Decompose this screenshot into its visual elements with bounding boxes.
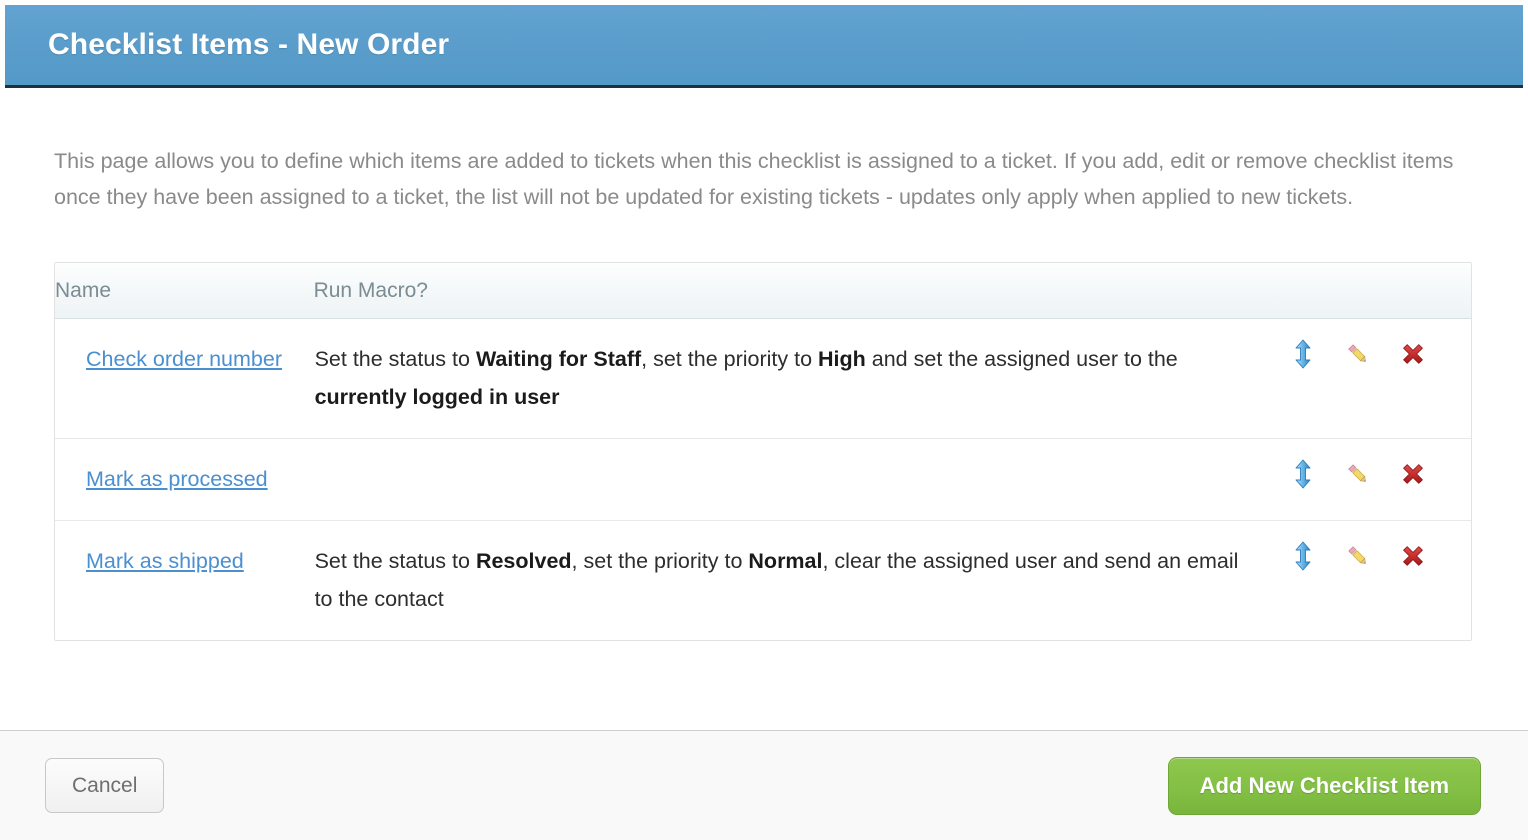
page-header: Checklist Items - New Order xyxy=(5,5,1523,88)
column-header-name: Name xyxy=(55,263,314,319)
cancel-button[interactable]: Cancel xyxy=(45,758,165,813)
table-head: Name Run Macro? xyxy=(55,263,1471,319)
checklist-items-table: Name Run Macro? Check order number Set th… xyxy=(55,263,1471,640)
edit-icon[interactable] xyxy=(1345,542,1371,570)
edit-icon[interactable] xyxy=(1345,340,1371,368)
add-new-checklist-item-button[interactable]: Add New Checklist Item xyxy=(1167,756,1481,815)
cell-actions xyxy=(1273,319,1471,439)
table-body: Check order number Set the status to Wait… xyxy=(55,319,1471,640)
row-action-group xyxy=(1274,541,1470,571)
cell-name: Mark as shipped xyxy=(55,520,314,640)
cell-run-macro: Set the status to Resolved, set the prio… xyxy=(313,520,1273,640)
reorder-icon[interactable] xyxy=(1290,459,1316,489)
cell-actions xyxy=(1272,520,1471,640)
checklist-item-link[interactable]: Check order number xyxy=(86,347,282,371)
cell-name: Check order number xyxy=(55,319,314,439)
checklist-items-table-container: Name Run Macro? Check order number Set th… xyxy=(54,262,1472,641)
checklist-items-page: Checklist Items - New Order This page al… xyxy=(0,0,1528,840)
column-header-actions xyxy=(1272,263,1471,319)
cell-name: Mark as processed xyxy=(55,438,314,521)
table-header-row: Name Run Macro? xyxy=(55,263,1471,319)
cell-run-macro: Set the status to Waiting for Staff, set… xyxy=(314,347,1178,409)
row-action-group xyxy=(1274,339,1470,369)
delete-icon[interactable] xyxy=(1400,460,1426,488)
checklist-item-link[interactable]: Mark as shipped xyxy=(86,549,244,573)
cell-actions xyxy=(1272,438,1471,521)
main-content: This page allows you to define which ite… xyxy=(0,88,1528,730)
intro-description: This page allows you to define which ite… xyxy=(54,149,1454,209)
table-row: Mark as processed xyxy=(55,438,1471,521)
table-row: Check order number Set the status to Wait… xyxy=(55,319,1471,439)
reorder-icon[interactable] xyxy=(1290,541,1316,571)
delete-icon[interactable] xyxy=(1400,340,1426,368)
edit-icon[interactable] xyxy=(1345,460,1371,488)
column-header-run-macro: Run Macro? xyxy=(313,263,1273,319)
row-action-group xyxy=(1274,459,1470,489)
footer-bar: Cancel Add New Checklist Item xyxy=(0,730,1528,840)
page-title: Checklist Items - New Order xyxy=(48,28,450,61)
reorder-icon[interactable] xyxy=(1290,339,1316,369)
table-row: Mark as shipped Set the status to Resolve… xyxy=(55,520,1471,640)
cell-run-macro xyxy=(313,438,1273,521)
checklist-item-link[interactable]: Mark as processed xyxy=(86,467,268,491)
delete-icon[interactable] xyxy=(1400,542,1426,570)
